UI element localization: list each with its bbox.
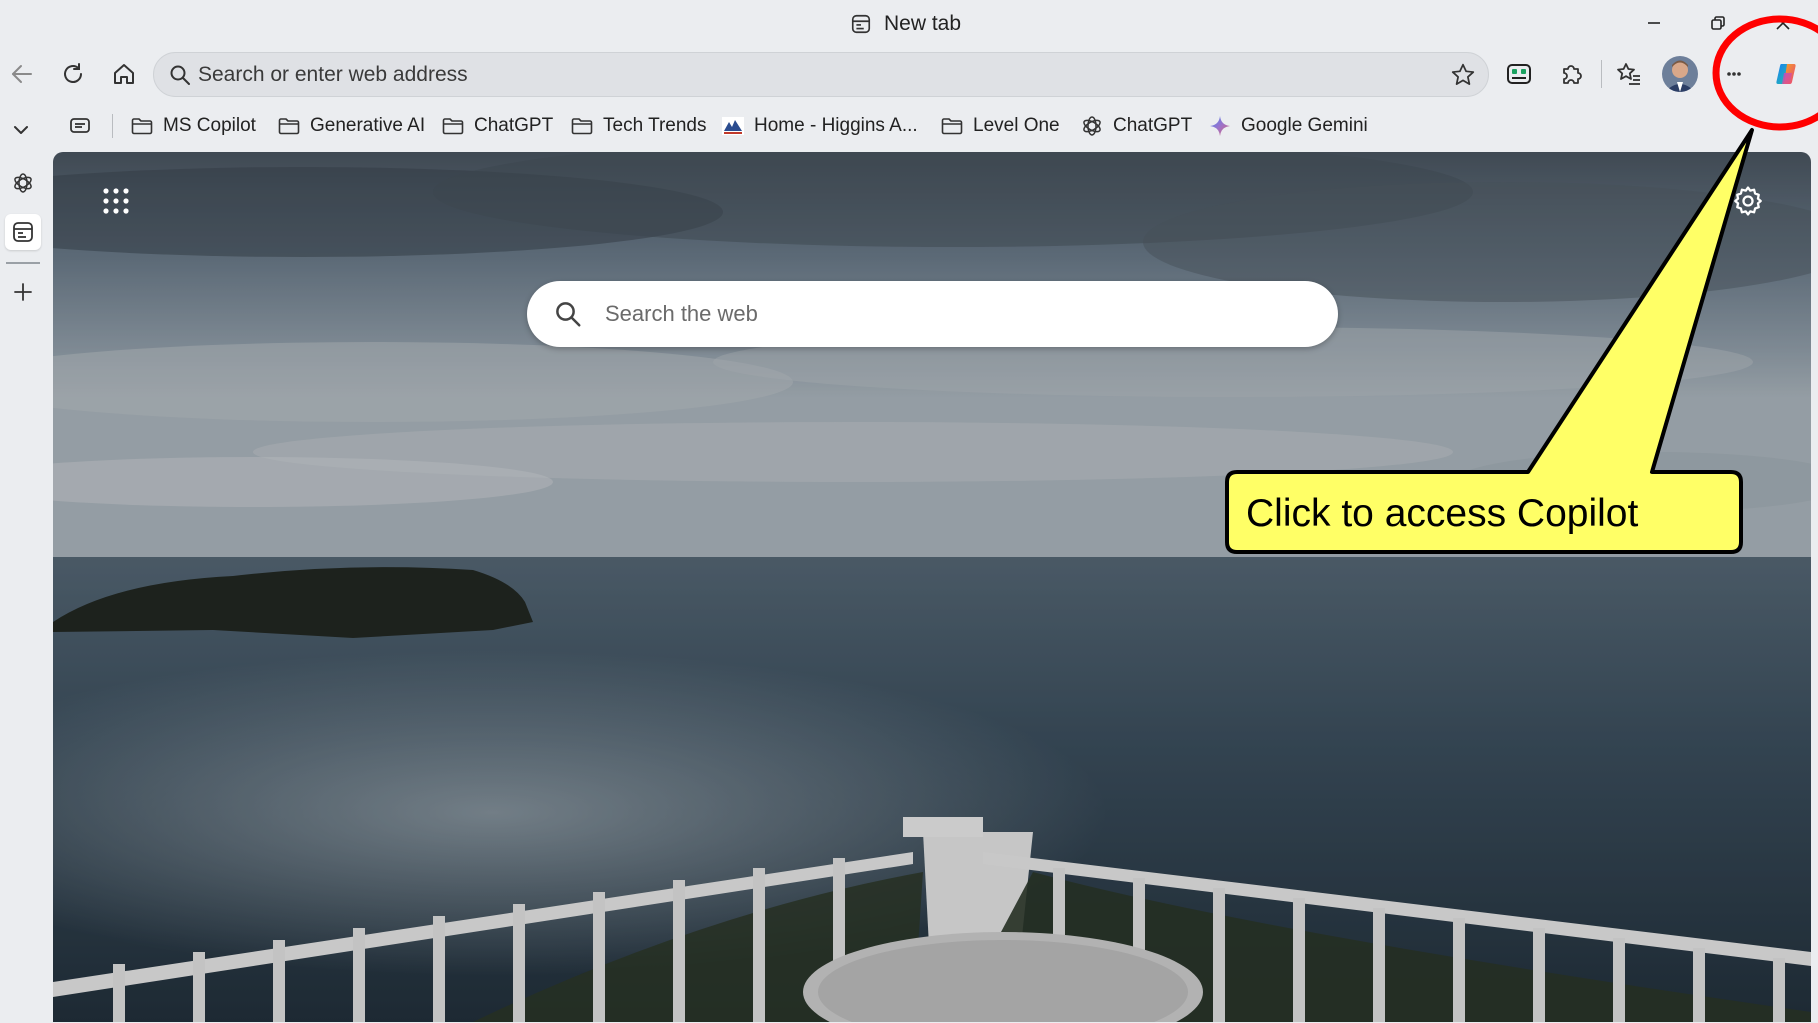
refresh-button[interactable]: [55, 56, 91, 92]
apps-launcher-icon[interactable]: [101, 186, 131, 216]
bookmark-label: MS Copilot: [163, 115, 256, 136]
openai-icon: [1083, 116, 1101, 136]
vertical-tab-chatgpt[interactable]: [5, 165, 41, 201]
search-icon: [170, 65, 190, 85]
extensions-button[interactable]: [1552, 54, 1592, 94]
address-input[interactable]: [198, 53, 1398, 96]
back-icon: [12, 65, 32, 83]
bookmark-label: Tech Trends: [603, 115, 707, 136]
extension-app-button[interactable]: [1499, 54, 1539, 94]
extension-app-icon: [1507, 64, 1531, 84]
minimize-icon: [1648, 22, 1660, 24]
tab-strip-divider: [6, 262, 40, 264]
bookmark-google-gemini[interactable]: Google Gemini: [1208, 110, 1368, 142]
bookmark-label: Generative AI: [310, 115, 426, 136]
more-options-icon: [1727, 72, 1741, 76]
bookmarks-copilot-shortcut[interactable]: [68, 110, 92, 142]
favorites-button[interactable]: [1609, 54, 1649, 94]
favorites-icon: [1617, 63, 1640, 85]
vertical-tab-strip: [0, 150, 46, 1023]
restore-icon: [1711, 16, 1725, 30]
web-search-input[interactable]: [605, 281, 1305, 347]
folder-icon: [941, 118, 963, 135]
openai-icon: [14, 173, 32, 193]
site-favicon-icon: [722, 117, 744, 135]
window-title: New tab: [884, 12, 962, 35]
bookmark-chatgpt-folder[interactable]: ChatGPT: [441, 110, 553, 142]
bookmark-home-higgins[interactable]: Home - Higgins A...: [721, 110, 918, 142]
add-tab-button[interactable]: [5, 274, 41, 310]
home-icon: [114, 64, 134, 84]
callout-text: Click to access Copilot: [1246, 492, 1639, 535]
folder-icon: [571, 118, 593, 135]
add-tab-icon: [14, 283, 32, 301]
bookmark-label: Google Gemini: [1241, 115, 1368, 136]
bookmark-tech-trends[interactable]: Tech Trends: [570, 110, 707, 142]
bookmark-chatgpt-site[interactable]: ChatGPT: [1080, 110, 1192, 142]
profile-avatar[interactable]: [1662, 56, 1698, 92]
active-tab-title: New tab: [850, 12, 961, 36]
bookmarks-divider: [112, 114, 113, 138]
address-bar[interactable]: [153, 52, 1489, 97]
bookmark-label: ChatGPT: [474, 115, 554, 136]
refresh-icon: [64, 63, 82, 83]
folder-icon: [278, 118, 300, 135]
search-icon: [556, 302, 581, 327]
bookmark-ms-copilot[interactable]: MS Copilot: [130, 110, 256, 142]
bookmark-label: Level One: [973, 115, 1060, 136]
bookmark-label: ChatGPT: [1113, 115, 1193, 136]
collapse-tabs-button[interactable]: [3, 112, 39, 148]
title-bar: New tab: [0, 0, 1818, 46]
close-icon: [1776, 16, 1790, 30]
new-tab-page: [53, 152, 1811, 1022]
extensions-puzzle-icon: [1563, 65, 1582, 84]
copilot-button[interactable]: [1767, 54, 1807, 94]
collapse-chevron-icon: [14, 126, 28, 134]
bookmark-level-one[interactable]: Level One: [940, 110, 1060, 142]
bookmarks-bar: MS Copilot Generative AI ChatGPT Tech Tr…: [0, 106, 1818, 146]
new-tab-page-icon: [851, 14, 871, 34]
close-button[interactable]: [1768, 9, 1798, 37]
page-settings-gear-icon[interactable]: [1731, 184, 1765, 218]
copilot-icon: [1776, 64, 1796, 84]
folder-icon: [131, 118, 153, 135]
more-options-button[interactable]: [1714, 54, 1754, 94]
vertical-tab-new-tab[interactable]: [5, 214, 41, 250]
home-button[interactable]: [106, 56, 142, 92]
folder-icon: [442, 118, 464, 135]
chat-window-icon: [70, 118, 90, 133]
profile-photo: [1662, 56, 1698, 92]
bookmark-label: Home - Higgins A...: [754, 115, 918, 136]
restore-button[interactable]: [1703, 9, 1733, 37]
new-tab-page-icon: [13, 222, 33, 242]
web-search-box[interactable]: [527, 281, 1338, 347]
toolbar-divider: [1601, 60, 1602, 88]
bookmark-generative-ai[interactable]: Generative AI: [277, 110, 425, 142]
gemini-icon: [1210, 116, 1230, 136]
minimize-button[interactable]: [1639, 9, 1669, 37]
back-button[interactable]: [4, 56, 40, 92]
favorite-star-icon[interactable]: [1450, 62, 1476, 88]
